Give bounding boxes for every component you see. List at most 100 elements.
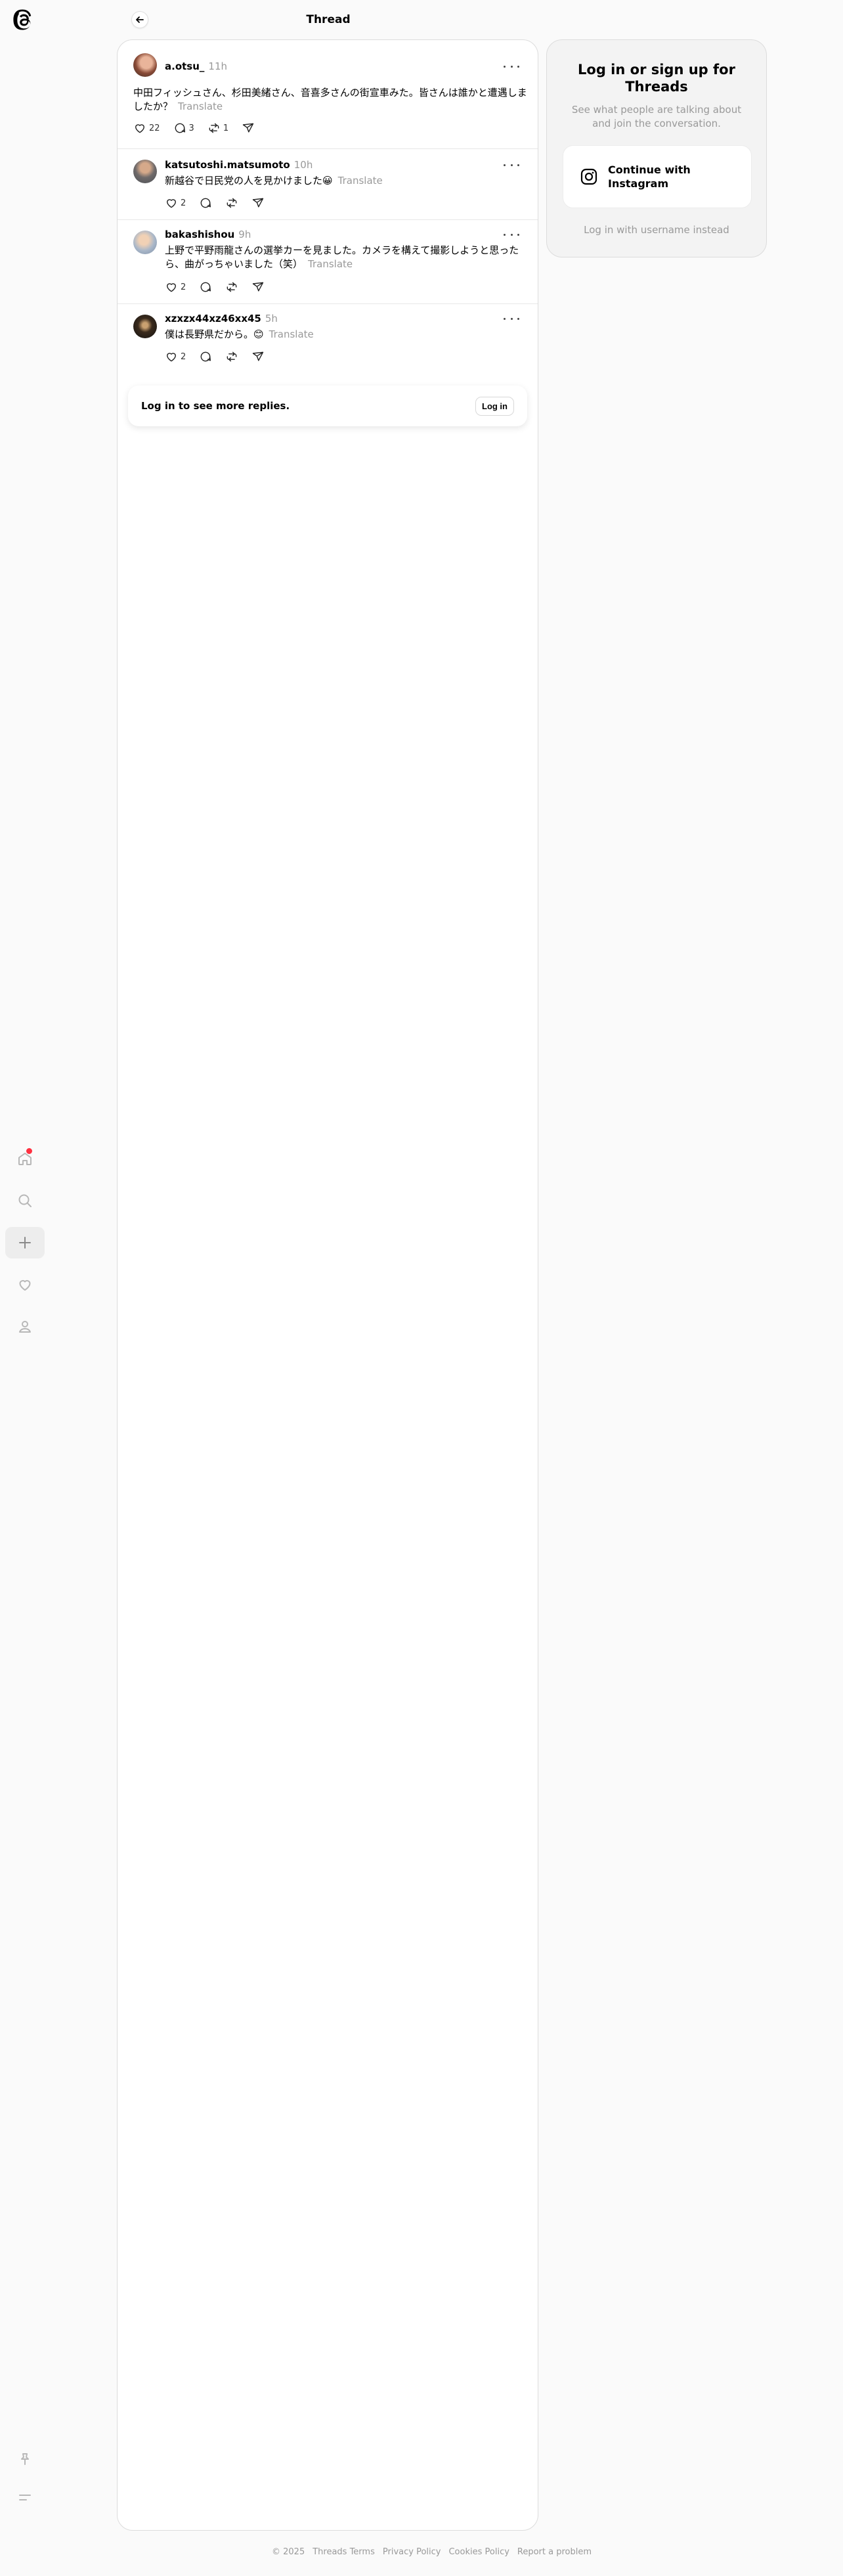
translate-link[interactable]: Translate (338, 175, 383, 187)
repost-icon (227, 351, 237, 362)
footer: © 2025 Threads Terms Privacy Policy Cook… (272, 2547, 592, 2557)
reply-post[interactable]: xzxzx44xz46xx45 5h 僕は長野県だから。😊 Translate 2 (118, 304, 538, 375)
send-icon (242, 123, 254, 133)
post-username[interactable]: katsutoshi.matsumoto (165, 159, 290, 171)
reply-button[interactable] (199, 350, 212, 363)
comment-icon (200, 198, 211, 208)
header: Thread (118, 0, 538, 39)
back-button[interactable] (131, 11, 148, 28)
nav-profile[interactable] (5, 1311, 45, 1343)
like-button[interactable]: 22 (133, 122, 160, 135)
avatar[interactable] (133, 231, 157, 254)
heart-icon (167, 199, 176, 208)
send-icon (253, 282, 264, 292)
side-subtitle: See what people are talking about and jo… (571, 104, 742, 129)
footer-privacy-link[interactable]: Privacy Policy (383, 2547, 441, 2557)
heart-icon (167, 353, 176, 362)
share-button[interactable] (242, 122, 255, 135)
search-icon (18, 1194, 32, 1207)
login-side-panel: Log in or sign up for Threads See what p… (546, 39, 767, 257)
avatar[interactable] (133, 315, 157, 338)
repost-button[interactable] (225, 280, 238, 294)
nav-menu[interactable] (5, 2481, 45, 2513)
like-count: 2 (181, 351, 186, 362)
nav-search[interactable] (5, 1185, 45, 1216)
post-text: 新越谷で日民党の人を見かけました😀 (165, 175, 333, 187)
menu-icon (19, 2495, 31, 2500)
post-username[interactable]: a.otsu_ (165, 60, 204, 72)
post-time: 5h (265, 313, 278, 324)
comment-icon (175, 123, 185, 133)
side-title: Log in or sign up for Threads (578, 62, 735, 95)
repost-button[interactable] (225, 196, 238, 210)
login-button[interactable]: Log in (475, 396, 514, 416)
footer-report-link[interactable]: Report a problem (517, 2547, 592, 2557)
post-username[interactable]: bakashishou (165, 229, 234, 240)
post-text: 僕は長野県だから。😊 (165, 328, 264, 340)
page-title: Thread (306, 13, 351, 26)
comment-icon (200, 351, 211, 362)
nav-create[interactable] (5, 1227, 45, 1258)
like-count: 22 (149, 123, 160, 133)
comment-icon (200, 282, 211, 292)
instagram-button-label: Continue with Instagram (608, 164, 691, 190)
repost-icon (209, 123, 219, 133)
repost-icon (227, 198, 237, 208)
plus-icon (19, 1237, 31, 1249)
reply-button[interactable]: 3 (173, 122, 194, 135)
username-login-link[interactable]: Log in with username instead (547, 224, 766, 236)
footer-copyright: © 2025 (272, 2547, 305, 2557)
continue-with-instagram-button[interactable]: Continue with Instagram (563, 145, 752, 208)
heart-icon (135, 124, 144, 133)
share-button[interactable] (251, 350, 265, 363)
reply-button[interactable] (199, 196, 212, 210)
profile-icon (19, 1321, 31, 1333)
avatar[interactable] (133, 160, 157, 183)
login-prompt-card: Log in to see more replies. Log in (128, 386, 527, 426)
translate-link[interactable]: Translate (308, 258, 353, 270)
threads-logo-icon[interactable] (13, 9, 35, 32)
nav-pin[interactable] (5, 2443, 45, 2475)
post-username[interactable]: xzxzx44xz46xx45 (165, 313, 261, 324)
like-button[interactable]: 2 (165, 350, 186, 363)
more-options-icon[interactable] (504, 61, 519, 72)
pin-icon (21, 2453, 29, 2465)
like-count: 2 (181, 282, 186, 292)
like-count: 2 (181, 198, 186, 208)
avatar[interactable] (133, 53, 157, 77)
footer-terms-link[interactable]: Threads Terms (313, 2547, 375, 2557)
share-button[interactable] (251, 280, 265, 294)
repost-icon (227, 282, 237, 292)
translate-link[interactable]: Translate (178, 100, 223, 112)
like-button[interactable]: 2 (165, 280, 186, 294)
repost-count: 1 (223, 123, 229, 133)
share-button[interactable] (251, 196, 265, 210)
post-time: 10h (293, 159, 313, 171)
notification-dot (26, 1148, 32, 1154)
reply-count: 3 (188, 123, 194, 133)
reply-post[interactable]: bakashishou 9h 上野で平野雨龍さんの選挙カーを見ました。カメラを構え… (118, 220, 538, 304)
translate-link[interactable]: Translate (269, 328, 314, 340)
post-time: 9h (238, 229, 251, 240)
thread-column: a.otsu_ 11h 中田フィッシュさん、杉田美緒さん、音喜多さんの街宣車みた。… (117, 39, 538, 2531)
footer-cookies-link[interactable]: Cookies Policy (448, 2547, 509, 2557)
nav-home[interactable] (5, 1143, 45, 1174)
repost-button[interactable] (225, 350, 238, 363)
more-options-icon[interactable] (504, 160, 519, 170)
heart-icon (167, 283, 176, 292)
send-icon (253, 198, 264, 208)
reply-button[interactable] (199, 280, 212, 294)
more-options-icon[interactable] (504, 313, 519, 324)
nav-activity[interactable] (5, 1269, 45, 1300)
send-icon (253, 351, 264, 361)
more-options-icon[interactable] (504, 229, 519, 240)
main-post[interactable]: a.otsu_ 11h 中田フィッシュさん、杉田美緒さん、音喜多さんの街宣車みた。… (118, 40, 538, 149)
reply-post[interactable]: katsutoshi.matsumoto 10h 新越谷で日民党の人を見かけました… (118, 149, 538, 220)
post-time: 11h (208, 60, 227, 72)
login-prompt-label: Log in to see more replies. (141, 400, 290, 412)
repost-button[interactable]: 1 (207, 122, 228, 135)
left-rail (0, 0, 50, 2576)
instagram-icon (580, 168, 597, 185)
heart-icon (19, 1279, 31, 1291)
like-button[interactable]: 2 (165, 196, 186, 210)
